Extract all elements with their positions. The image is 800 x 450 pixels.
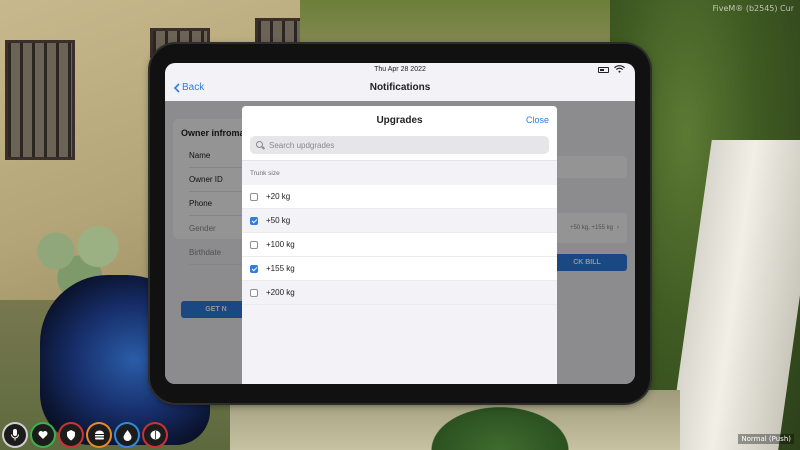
tablet-screen: Thu Apr 28 2022 Back Notifications Owner… xyxy=(165,63,635,384)
tablet-device: Thu Apr 28 2022 Back Notifications Owner… xyxy=(150,44,650,403)
water-icon xyxy=(116,424,138,446)
option-row[interactable]: +200 kg xyxy=(242,281,557,305)
option-row[interactable]: +20 kg xyxy=(242,185,557,209)
wifi-icon xyxy=(614,65,625,75)
server-tag: FiveM® (b2545) Cur xyxy=(712,4,794,13)
search-bar xyxy=(242,136,557,161)
close-button[interactable]: Close xyxy=(526,115,549,125)
option-row[interactable]: +100 kg xyxy=(242,233,557,257)
page-title: Notifications xyxy=(369,82,431,93)
shield-icon xyxy=(60,424,82,446)
search-input[interactable] xyxy=(269,140,519,150)
hud-bar xyxy=(4,424,166,446)
option-label: +100 kg xyxy=(266,240,295,249)
option-label: +20 kg xyxy=(266,192,291,201)
option-label: +200 kg xyxy=(266,288,295,297)
upgrades-modal: Upgrades Close Trunk size +20 kg +50 kg xyxy=(242,106,557,384)
checkbox[interactable] xyxy=(250,288,258,297)
window-grill xyxy=(5,40,75,160)
option-row[interactable]: +155 kg xyxy=(242,257,557,281)
heart-icon xyxy=(32,424,54,446)
modal-header: Upgrades Close xyxy=(242,106,557,136)
option-label: +155 kg xyxy=(266,264,295,273)
microphone-icon xyxy=(4,424,26,446)
nav-bar: Back Notifications xyxy=(165,75,635,101)
option-row[interactable]: +50 kg xyxy=(242,209,557,233)
checkbox[interactable] xyxy=(250,240,258,249)
checkbox-checked[interactable] xyxy=(250,264,258,273)
modal-title: Upgrades xyxy=(376,115,423,126)
checkbox-checked[interactable] xyxy=(250,216,258,225)
battery-icon xyxy=(598,67,609,73)
status-date: Thu Apr 28 2022 xyxy=(374,66,426,73)
option-label: +50 kg xyxy=(266,216,291,225)
search-box[interactable] xyxy=(250,136,549,154)
checkbox[interactable] xyxy=(250,192,258,201)
status-bar: Thu Apr 28 2022 xyxy=(165,63,635,75)
food-icon xyxy=(88,424,110,446)
search-icon xyxy=(256,140,265,150)
section-label: Trunk size xyxy=(250,170,280,177)
agave-plant xyxy=(420,400,580,450)
stress-icon xyxy=(144,424,166,446)
voice-mode-tag: Normal (Push) xyxy=(738,434,794,444)
